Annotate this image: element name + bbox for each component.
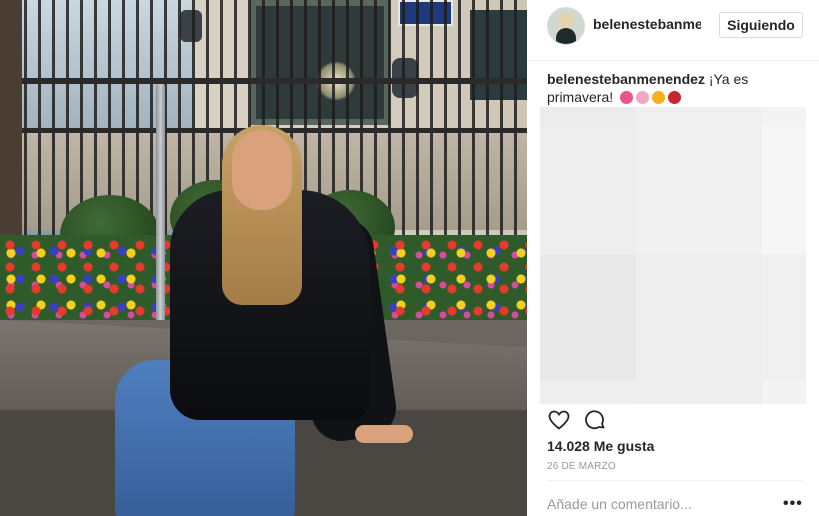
sunflower-icon (652, 91, 666, 104)
post-caption: belenestebanmenendez ¡Ya es primavera! (547, 70, 797, 106)
more-options-icon[interactable]: ••• (783, 496, 803, 512)
cherry-blossom-icon (636, 91, 650, 104)
post-header: belenestebanme Siguiendo (527, 0, 819, 61)
caption-username[interactable]: belenestebanmenendez (547, 71, 705, 87)
header-username[interactable]: belenestebanme (593, 16, 701, 32)
divider (547, 480, 803, 481)
add-comment-input[interactable]: Añade un comentario... (547, 496, 692, 512)
person-face (232, 130, 292, 210)
tree-trunk (0, 0, 22, 260)
heart-icon[interactable] (547, 408, 571, 432)
following-button[interactable]: Siguiendo (719, 12, 803, 38)
comment-icon[interactable] (583, 408, 607, 432)
post-date[interactable]: 26 de marzo (547, 461, 616, 472)
blurred-comments-area (540, 107, 806, 404)
profile-avatar[interactable] (547, 7, 585, 45)
post-side-panel: belenestebanme Siguiendo belenestebanmen… (527, 0, 819, 516)
like-count[interactable]: 14.028 Me gusta (547, 438, 654, 454)
instagram-post-view: belenestebanme Siguiendo belenestebanmen… (0, 0, 819, 516)
rose-icon (668, 91, 682, 104)
tulip-icon (620, 91, 634, 104)
fence-rail (10, 78, 527, 84)
person-hand (355, 425, 413, 443)
metal-pole (156, 85, 165, 345)
post-photo[interactable] (0, 0, 527, 516)
